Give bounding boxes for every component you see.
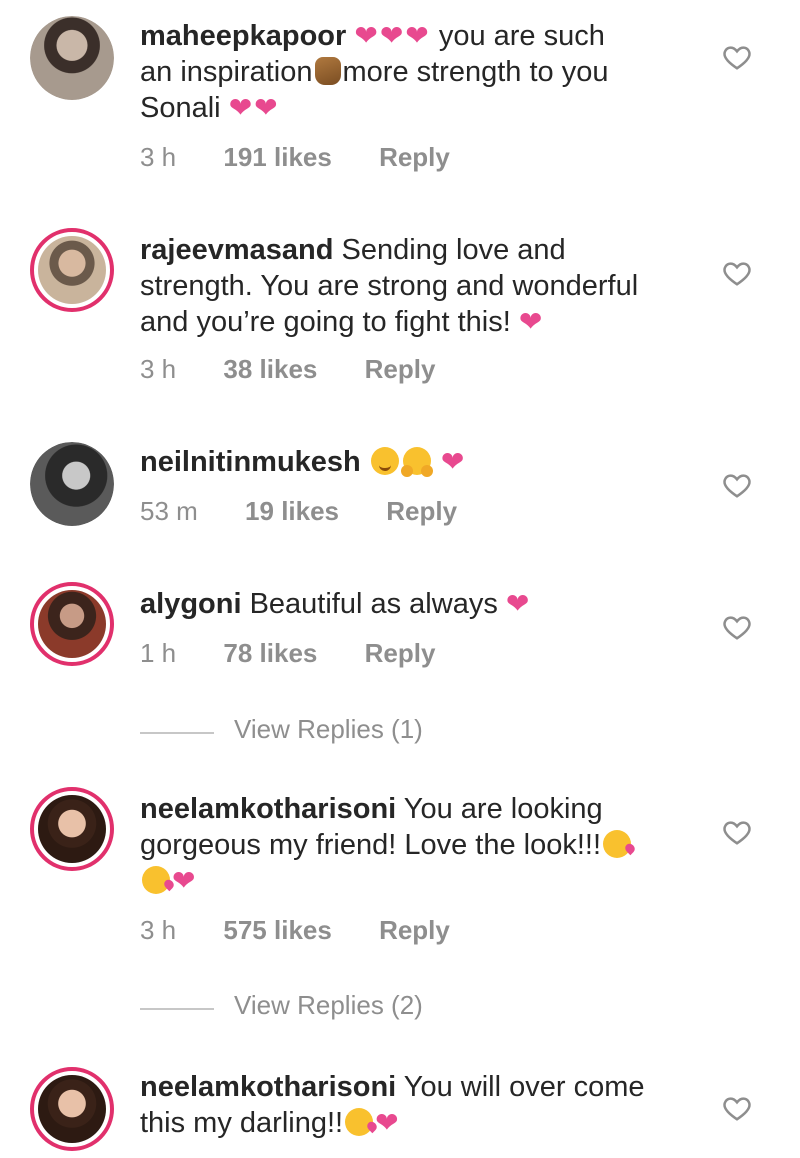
avatar[interactable] xyxy=(30,16,114,100)
heart-emoji-icon: ❤ xyxy=(505,588,532,619)
username[interactable]: maheepkapoor xyxy=(140,20,346,52)
likes-count[interactable]: 38 likes xyxy=(223,354,317,385)
heart-outline-icon[interactable] xyxy=(722,470,752,500)
comment-text: Sonali xyxy=(140,92,221,124)
comment-text: strength. You are strong and wonderful xyxy=(140,270,639,302)
likes-count[interactable]: 19 likes xyxy=(245,496,339,527)
view-replies-label: View Replies (1) xyxy=(234,714,423,744)
kissing-face-emoji-icon xyxy=(603,830,632,858)
heart-emoji-icon: ❤ xyxy=(172,865,198,896)
comment-item: neilnitinmukesh ❤ 53 m 19 likes Reply xyxy=(0,430,800,550)
likes-count[interactable]: 78 likes xyxy=(223,638,317,669)
comment-body: rajeevmasand Sending love and strength. … xyxy=(140,232,700,340)
avatar[interactable] xyxy=(30,1067,114,1151)
comment-item: maheepkapoor ❤❤❤ you are such an inspira… xyxy=(0,0,800,200)
comment-meta: 3 h 38 likes Reply xyxy=(140,354,475,385)
likes-count[interactable]: 191 likes xyxy=(223,142,331,173)
avatar[interactable] xyxy=(30,582,114,666)
comment-item: neelamkotharisoni You will over come thi… xyxy=(0,1065,800,1158)
heart-outline-icon[interactable] xyxy=(722,42,752,72)
comment-body: neelamkotharisoni You are looking gorgeo… xyxy=(140,791,700,899)
reply-button[interactable]: Reply xyxy=(379,142,450,173)
comment-meta: 53 m 19 likes Reply xyxy=(140,496,497,527)
heart-emoji-icon: ❤ xyxy=(375,1107,401,1138)
comment-meta: 3 h 191 likes Reply xyxy=(140,142,490,173)
reply-button[interactable]: Reply xyxy=(386,496,457,527)
timestamp: 53 m xyxy=(140,496,198,526)
comment-item: alygoni Beautiful as always ❤ 1 h 78 lik… xyxy=(0,580,800,760)
comment-body: neelamkotharisoni You will over come thi… xyxy=(140,1069,700,1141)
timestamp: 3 h xyxy=(140,142,177,172)
heart-outline-icon[interactable] xyxy=(722,258,752,288)
kissing-face-emoji-icon xyxy=(345,1108,374,1136)
comment-body: neilnitinmukesh ❤ xyxy=(140,444,700,480)
heart-outline-icon[interactable] xyxy=(722,612,752,642)
comment-text: Beautiful as always xyxy=(249,588,498,620)
comment-item: neelamkotharisoni You are looking gorgeo… xyxy=(0,785,800,1035)
reply-button[interactable]: Reply xyxy=(365,638,436,669)
timestamp: 3 h xyxy=(140,915,177,945)
heart-emoji-icon: ❤❤❤ xyxy=(354,20,431,51)
username[interactable]: neelamkotharisoni xyxy=(140,1071,396,1103)
comment-item: rajeevmasand Sending love and strength. … xyxy=(0,210,800,410)
avatar[interactable] xyxy=(30,787,114,871)
reply-button[interactable]: Reply xyxy=(379,915,450,946)
view-replies-label: View Replies (2) xyxy=(234,990,423,1020)
view-replies-button[interactable]: View Replies (2) xyxy=(140,988,540,1028)
likes-count[interactable]: 575 likes xyxy=(223,915,331,946)
comment-text: You are looking xyxy=(403,793,603,825)
comment-text: Sending love and xyxy=(341,234,566,266)
comment-body: maheepkapoor ❤❤❤ you are such an inspira… xyxy=(140,18,700,126)
timestamp: 3 h xyxy=(140,354,177,384)
divider xyxy=(140,1008,214,1010)
avatar[interactable] xyxy=(30,442,114,526)
divider xyxy=(140,732,214,734)
heart-outline-icon[interactable] xyxy=(722,817,752,847)
kissing-face-emoji-icon xyxy=(142,866,170,894)
comment-text: You will over come xyxy=(403,1071,645,1103)
heart-outline-icon[interactable] xyxy=(722,1093,752,1123)
comment-text: an inspiration xyxy=(140,56,313,88)
heart-emoji-icon: ❤ xyxy=(440,446,467,477)
username[interactable]: neelamkotharisoni xyxy=(140,793,396,825)
comment-meta: 3 h 575 likes Reply xyxy=(140,915,490,946)
comment-meta: 1 h 78 likes Reply xyxy=(140,638,475,669)
comment-text: you are such xyxy=(438,20,605,52)
username[interactable]: neilnitinmukesh xyxy=(140,446,361,478)
reply-button[interactable]: Reply xyxy=(365,354,436,385)
hugging-face-emoji-icon xyxy=(400,447,433,477)
clapping-hands-icon xyxy=(314,57,341,85)
comment-text: and you’re going to fight this! xyxy=(140,306,511,338)
comment-body: alygoni Beautiful as always ❤ xyxy=(140,586,700,622)
heart-emoji-icon: ❤❤ xyxy=(228,92,280,123)
heart-eyes-emoji-icon xyxy=(370,447,399,475)
heart-emoji-icon: ❤ xyxy=(518,306,545,337)
comment-text: more strength to you xyxy=(342,56,609,88)
username[interactable]: rajeevmasand xyxy=(140,234,333,266)
timestamp: 1 h xyxy=(140,638,177,668)
username[interactable]: alygoni xyxy=(140,588,242,620)
avatar[interactable] xyxy=(30,228,114,312)
comment-text: gorgeous my friend! Love the look!!! xyxy=(140,829,602,861)
comment-text: this my darling!! xyxy=(140,1107,344,1139)
view-replies-button[interactable]: View Replies (1) xyxy=(140,712,540,752)
